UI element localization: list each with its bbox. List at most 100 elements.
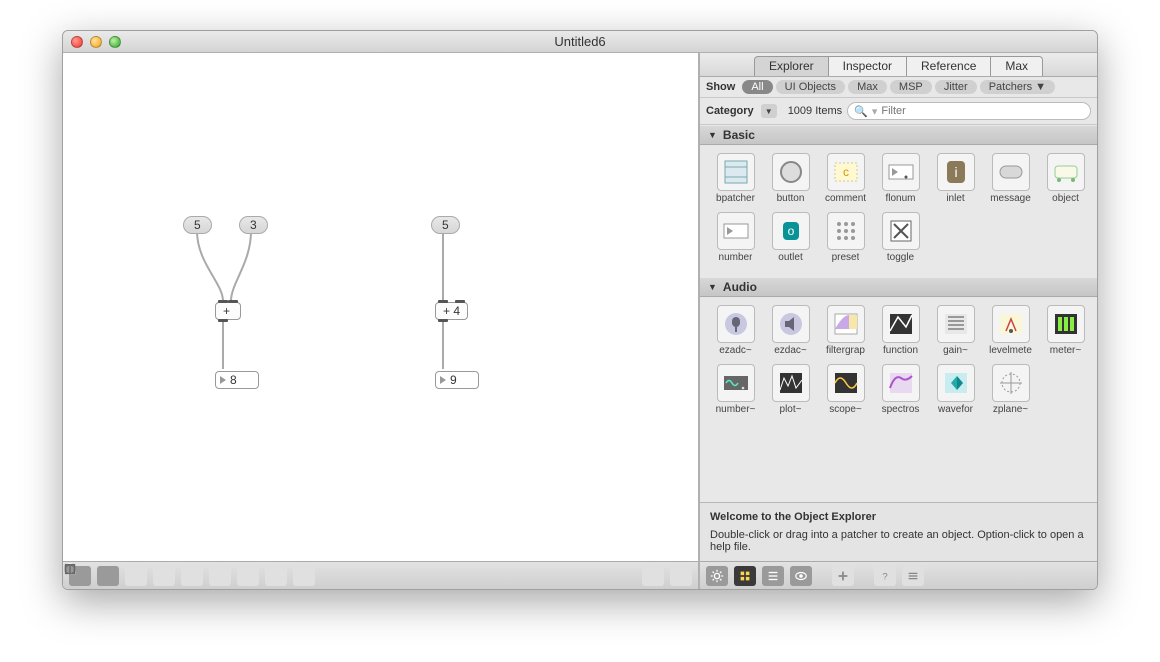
number~-icon: [717, 364, 755, 402]
show-label: Show: [706, 81, 735, 93]
svg-text:o: o: [787, 224, 794, 238]
palette-item-toggle[interactable]: toggle: [873, 212, 928, 263]
palette-item-spectros[interactable]: spectros: [873, 364, 928, 415]
grid-icon[interactable]: [265, 566, 287, 586]
new-object-icon[interactable]: [97, 566, 119, 586]
filter-max[interactable]: Max: [848, 80, 887, 94]
inlet-icon: i: [937, 153, 975, 191]
number-box[interactable]: 8: [215, 371, 259, 389]
category-header-basic[interactable]: ▼Basic: [700, 125, 1097, 145]
palette-item-function[interactable]: function: [873, 305, 928, 356]
titlebar: Untitled6: [63, 31, 1097, 53]
tab-max[interactable]: Max: [991, 56, 1043, 76]
tab-inspector[interactable]: Inspector: [829, 56, 907, 76]
ezadc~-icon: [717, 305, 755, 343]
filter-msp[interactable]: MSP: [890, 80, 932, 94]
search-icon: 🔍: [854, 105, 868, 118]
toolbar-icon[interactable]: [293, 566, 315, 586]
filtergrap-icon: [827, 305, 865, 343]
ezdac~-icon: [772, 305, 810, 343]
palette-item-meter-tilde[interactable]: meter~: [1038, 305, 1093, 356]
message-box[interactable]: 3: [239, 216, 268, 234]
side-panel: ExplorerInspectorReferenceMax Show All U…: [699, 53, 1097, 589]
palette-item-scope-tilde[interactable]: scope~: [818, 364, 873, 415]
palette-item-bpatcher[interactable]: bpatcher: [708, 153, 763, 204]
palette-item-plot-tilde[interactable]: plot~: [763, 364, 818, 415]
close-window-button[interactable]: [71, 36, 83, 48]
palette-item-inlet[interactable]: iinlet: [928, 153, 983, 204]
gear-icon[interactable]: [706, 566, 728, 586]
toolbar-icon[interactable]: [237, 566, 259, 586]
palette-item-message[interactable]: message: [983, 153, 1038, 204]
palette-item-number[interactable]: number: [708, 212, 763, 263]
meter~-icon: [1047, 305, 1085, 343]
flonum-icon: [882, 153, 920, 191]
disclosure-triangle-icon: ▼: [708, 282, 717, 292]
object-icon: [1047, 153, 1085, 191]
function-icon: [882, 305, 920, 343]
palette-item-comment[interactable]: ccomment: [818, 153, 873, 204]
category-header-audio[interactable]: ▼Audio: [700, 277, 1097, 297]
message-box[interactable]: 5: [431, 216, 460, 234]
palette-item-levelmete[interactable]: levelmete: [983, 305, 1038, 356]
palette-item-number-tilde[interactable]: number~: [708, 364, 763, 415]
single-view-icon[interactable]: [642, 566, 664, 586]
filter-all[interactable]: All: [742, 80, 772, 94]
info-icon[interactable]: i: [209, 566, 231, 586]
search-input[interactable]: 🔍 ▾: [847, 102, 1091, 120]
palette-item-zplane-tilde[interactable]: zplane~: [983, 364, 1038, 415]
zplane~-icon: [992, 364, 1030, 402]
filter-ui-objects[interactable]: UI Objects: [776, 80, 845, 94]
palette-item-outlet[interactable]: ooutlet: [763, 212, 818, 263]
filter-patchers[interactable]: Patchers ▼: [980, 80, 1055, 94]
number-box[interactable]: 9: [435, 371, 479, 389]
help-title: Welcome to the Object Explorer: [710, 511, 1087, 523]
object-box[interactable]: + 4: [435, 302, 468, 320]
toolbar-icon[interactable]: [125, 566, 147, 586]
lines-icon[interactable]: [902, 566, 924, 586]
patcher-canvas[interactable]: 5 3 5 + + 4 8 9 i: [63, 53, 699, 589]
help-icon[interactable]: ?: [874, 566, 896, 586]
preset-icon: [827, 212, 865, 250]
tab-explorer[interactable]: Explorer: [754, 56, 829, 76]
minimize-window-button[interactable]: [90, 36, 102, 48]
grid-view-icon[interactable]: [734, 566, 756, 586]
eye-icon[interactable]: [790, 566, 812, 586]
palette-item-preset[interactable]: preset: [818, 212, 873, 263]
palette-item-ezdac-tilde[interactable]: ezdac~: [763, 305, 818, 356]
palette-item-object[interactable]: object: [1038, 153, 1093, 204]
filter-jitter[interactable]: Jitter: [935, 80, 977, 94]
gain~-icon: [937, 305, 975, 343]
scope~-icon: [827, 364, 865, 402]
side-toolbar: ?: [700, 561, 1097, 589]
palette-item-ezadc-tilde[interactable]: ezadc~: [708, 305, 763, 356]
presentation-icon[interactable]: [181, 566, 203, 586]
svg-text:c: c: [843, 165, 849, 179]
object-box[interactable]: +: [215, 302, 241, 320]
category-dropdown-icon[interactable]: ▼: [761, 104, 777, 118]
message-box[interactable]: 5: [183, 216, 212, 234]
toolbar-icon[interactable]: [153, 566, 175, 586]
list-view-icon[interactable]: [762, 566, 784, 586]
wavefor-icon: [937, 364, 975, 402]
help-body: Double-click or drag into a patcher to c…: [710, 529, 1087, 553]
app-window: Untitled6 5 3 5 + + 4: [62, 30, 1098, 590]
split-view-icon[interactable]: [670, 566, 692, 586]
message-icon: [992, 153, 1030, 191]
add-icon[interactable]: [832, 566, 854, 586]
palette-item-flonum[interactable]: flonum: [873, 153, 928, 204]
side-tabs: ExplorerInspectorReferenceMax: [700, 53, 1097, 77]
plot~-icon: [772, 364, 810, 402]
outlet-icon: o: [772, 212, 810, 250]
button-icon: [772, 153, 810, 191]
zoom-window-button[interactable]: [109, 36, 121, 48]
svg-text:?: ?: [882, 571, 887, 582]
palette-item-filtergrap[interactable]: filtergrap: [818, 305, 873, 356]
palette-item-wavefor[interactable]: wavefor: [928, 364, 983, 415]
palette-item-gain-tilde[interactable]: gain~: [928, 305, 983, 356]
window-title: Untitled6: [63, 34, 1097, 49]
svg-text:i: i: [954, 164, 957, 180]
tab-reference[interactable]: Reference: [907, 56, 991, 76]
bpatcher-icon: [717, 153, 755, 191]
palette-item-button[interactable]: button: [763, 153, 818, 204]
